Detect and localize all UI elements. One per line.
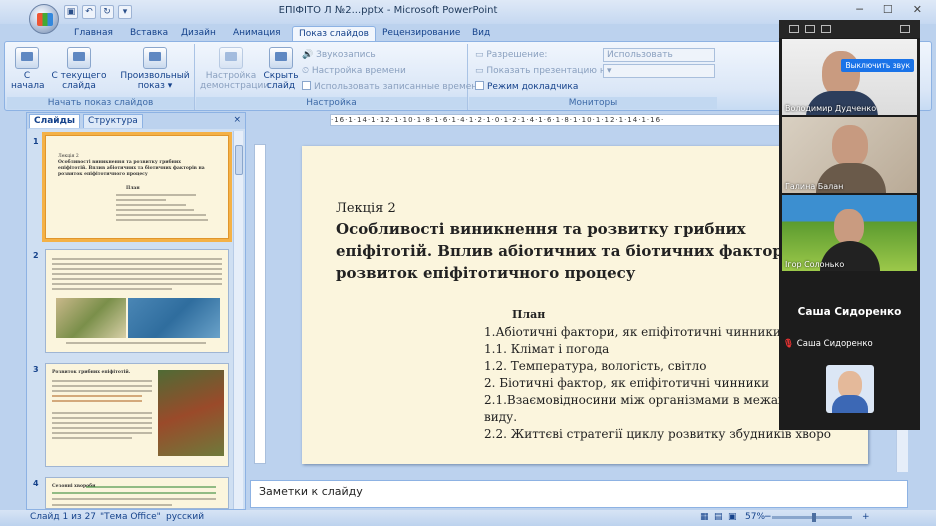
participant-name: Галина Балан [785, 182, 844, 191]
slide-thumbnail-3[interactable]: Розвиток грибних епіфітотій. [45, 363, 229, 467]
group-start-slideshow: С начала С текущего слайда Произвольный … [7, 44, 195, 110]
resolution-select[interactable]: Использовать текуще... ▾ [603, 48, 715, 72]
show-on-select[interactable]: ▾ [603, 64, 715, 78]
close-button[interactable]: ✕ [913, 3, 922, 16]
participant-tile[interactable]: Галина Балан [782, 117, 917, 193]
thumbnails-scrollbar[interactable] [233, 131, 243, 509]
clock-icon: ⏲ [302, 66, 312, 76]
participant-face [834, 209, 864, 245]
office-logo-icon [37, 13, 53, 26]
pane-tabs: Слайды Структура × [27, 113, 245, 129]
group-label: Начать показ слайдов [7, 97, 194, 109]
gallery-view-icon[interactable] [821, 25, 831, 33]
use-timings-checkbox[interactable]: Использовать записанные времена [302, 81, 483, 93]
fullscreen-icon[interactable] [900, 25, 910, 33]
thumb-number: 1 [33, 137, 39, 146]
group-setup: Настройка демонстрации Скрыть слайд 🔊 Зв… [196, 44, 483, 110]
hide-slide-icon [269, 47, 293, 69]
slideshow-icon [15, 47, 39, 69]
minimize-panel-icon[interactable] [789, 25, 799, 33]
from-current-button[interactable]: С текущего слайда [49, 47, 109, 91]
close-pane-button[interactable]: × [233, 115, 241, 125]
maximize-button[interactable]: ☐ [883, 3, 893, 16]
slide-thumbnail-2[interactable] [45, 249, 229, 353]
tab-insert[interactable]: Вставка [124, 26, 174, 42]
custom-show-button[interactable]: Произвольный показ ▾ [119, 47, 191, 91]
show-on-label: ▭ Показать презентацию на: [475, 66, 615, 76]
vertical-ruler [254, 144, 266, 464]
slideshow-current-icon [67, 47, 91, 69]
resolution-label: ▭ Разрешение: [475, 50, 548, 60]
language[interactable]: русский [166, 512, 204, 522]
window-title: ЕПІФІТО Л №2...pptx - Microsoft PowerPoi… [278, 5, 498, 16]
tab-review[interactable]: Рецензирование [376, 26, 466, 42]
slide-thumbnail-1[interactable]: Лекція 2 Особливості виникнення та розви… [42, 132, 232, 242]
plant-image [56, 298, 126, 338]
participant-tile[interactable]: Ігор Солонько [782, 195, 917, 271]
reading-view-icon[interactable]: ▣ [728, 512, 737, 522]
active-speaker-name: Саша Сидоренко [797, 306, 902, 318]
microphone-icon: 🔊 [302, 50, 317, 60]
slide-thumbnail-4[interactable]: Сезонні хвороби [45, 477, 229, 509]
participant-face [832, 125, 868, 167]
participant-tile[interactable]: Выключить звук Володимир Дудченко [782, 39, 917, 115]
setup-demo-button[interactable]: Настройка демонстрации [200, 47, 269, 91]
participant-name: Ігор Солонько [785, 260, 845, 269]
plan-heading[interactable]: План [512, 308, 545, 321]
group-label: Настройка [196, 97, 467, 109]
thumb-number: 2 [33, 251, 39, 260]
active-speaker-label: 🎙 Саша Сидоренко [783, 339, 873, 349]
zoom-slider-handle[interactable] [812, 513, 816, 522]
checkbox-icon [475, 81, 484, 90]
monitor-icon: ▭ [475, 50, 487, 60]
zoom-level[interactable]: 57% [745, 512, 765, 522]
custom-show-icon [143, 47, 167, 69]
presenter-view-checkbox[interactable]: Режим докладчика [475, 81, 578, 93]
record-narration[interactable]: 🔊 Звукозапись [302, 49, 376, 61]
single-view-icon[interactable] [805, 25, 815, 33]
notes-field[interactable]: Заметки к слайду [250, 480, 908, 508]
group-label: Мониторы [469, 97, 717, 109]
tree-image [158, 370, 224, 456]
sorter-view-icon[interactable]: ▤ [714, 512, 723, 522]
participant-name: Володимир Дудченко [785, 104, 877, 113]
status-bar: Слайд 1 из 27 "Тема Office" русский ▦ ▤ … [0, 510, 936, 526]
hide-slide-button[interactable]: Скрыть слайд [262, 47, 300, 91]
tab-animation[interactable]: Анимация [227, 26, 287, 42]
tab-outline[interactable]: Структура [83, 114, 143, 128]
checkbox-icon [302, 81, 311, 90]
unmute-button[interactable]: Выключить звук [841, 59, 914, 72]
setup-icon [219, 47, 243, 69]
microscope-image [128, 298, 220, 338]
video-panel-header [779, 20, 920, 38]
avatar [826, 365, 874, 413]
slide-title[interactable]: Особливості виникнення та розвитку грибн… [336, 218, 856, 284]
office-button[interactable] [29, 4, 59, 34]
muted-mic-icon: 🎙 [783, 339, 794, 349]
thumb-number: 3 [33, 365, 39, 374]
tab-slideshow[interactable]: Показ слайдов [292, 26, 376, 42]
slide-counter: Слайд 1 из 27 [30, 512, 97, 522]
tab-design[interactable]: Дизайн [175, 26, 222, 42]
zoom-out-button[interactable]: − [764, 512, 772, 522]
zoom-in-button[interactable]: + [862, 512, 870, 522]
thumb-number: 4 [33, 479, 39, 488]
window-controls: ─ ☐ ✕ [856, 3, 922, 16]
slide-lecture-number[interactable]: Лекція 2 [336, 201, 396, 216]
video-call-panel: Выключить звук Володимир Дудченко Галина… [779, 20, 920, 430]
tab-slides[interactable]: Слайды [29, 114, 80, 128]
from-start-button[interactable]: С начала [11, 47, 45, 91]
monitor-icon: ▭ [475, 66, 487, 76]
slides-pane: Слайды Структура × 1 Лекція 2 Особливост… [26, 112, 246, 510]
normal-view-icon[interactable]: ▦ [700, 512, 709, 522]
zoom-slider[interactable] [772, 513, 852, 522]
scroll-thumb[interactable] [235, 145, 243, 175]
tab-home[interactable]: Главная [68, 26, 119, 42]
minimize-button[interactable]: ─ [856, 3, 863, 16]
tab-view[interactable]: Вид [466, 26, 496, 42]
rehearse-timings[interactable]: ⏲ Настройка времени [302, 65, 406, 77]
group-monitors: ▭ Разрешение: Использовать текуще... ▾ ▭… [469, 44, 717, 110]
theme-name: "Тема Office" [100, 512, 161, 522]
